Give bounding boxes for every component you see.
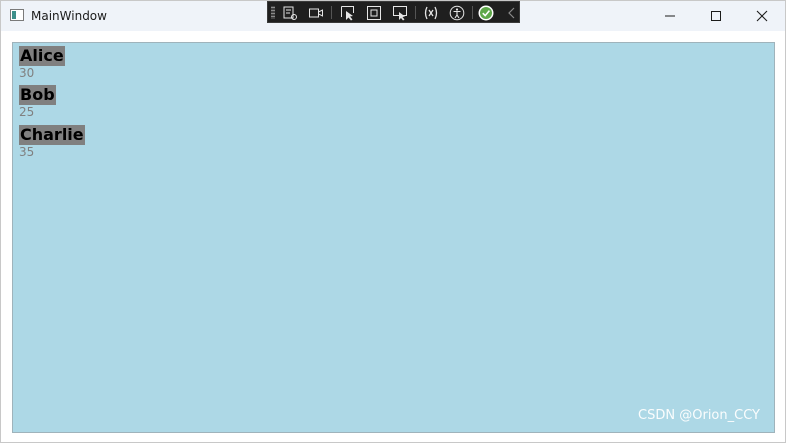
- minimize-icon: [665, 15, 675, 17]
- check-icon[interactable]: [478, 5, 494, 21]
- list-item: Alice 30: [19, 46, 65, 81]
- people-list: Alice 30 Bob 25 Charlie 35 CSDN @Orion_C…: [12, 42, 775, 433]
- person-age: 25: [19, 105, 35, 119]
- person-age: 30: [19, 66, 35, 80]
- display-layout-adorners-icon[interactable]: [366, 5, 382, 21]
- accessibility-icon[interactable]: [449, 5, 465, 21]
- toolbar-separator: [415, 6, 416, 19]
- window-title: MainWindow: [31, 9, 107, 23]
- live-visual-tree-icon[interactable]: [282, 5, 298, 21]
- close-button[interactable]: [739, 1, 785, 31]
- wpf-debug-toolbar: [267, 1, 520, 23]
- main-window: MainWindow Alice 30 Bob 25 Charlie 35 CS…: [0, 0, 786, 443]
- toolbar-separator: [472, 6, 473, 19]
- app-icon: [10, 9, 24, 21]
- maximize-icon: [711, 11, 721, 21]
- collapse-icon[interactable]: [504, 5, 520, 21]
- person-name: Alice: [19, 46, 65, 66]
- list-item: Bob 25: [19, 85, 56, 120]
- watermark: CSDN @Orion_CCY: [638, 408, 760, 423]
- person-name: Bob: [19, 85, 56, 105]
- select-element-icon[interactable]: [340, 5, 356, 21]
- person-name: Charlie: [19, 125, 85, 145]
- list-item: Charlie 35: [19, 125, 85, 160]
- minimize-button[interactable]: [647, 1, 693, 31]
- person-age: 35: [19, 145, 35, 159]
- record-icon[interactable]: [308, 5, 324, 21]
- binding-failures-icon[interactable]: [423, 5, 439, 21]
- toolbar-grip[interactable]: [271, 6, 275, 19]
- close-icon: [756, 10, 768, 22]
- toolbar-separator: [331, 6, 332, 19]
- maximize-button[interactable]: [693, 1, 739, 31]
- track-focus-icon[interactable]: [392, 5, 408, 21]
